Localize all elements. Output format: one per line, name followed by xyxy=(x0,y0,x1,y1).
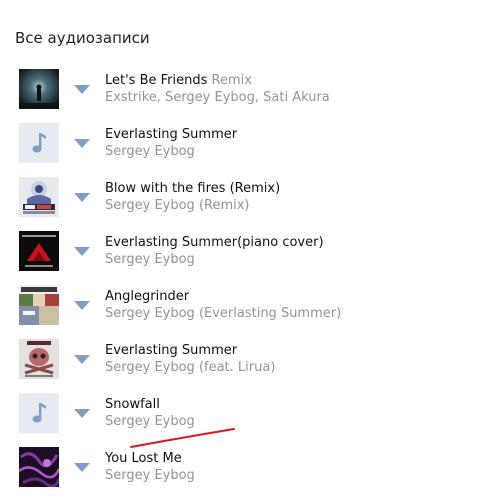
play-button[interactable] xyxy=(74,137,92,151)
album-cover[interactable] xyxy=(19,285,59,325)
track-row[interactable]: Blow with the fires (Remix) Sergey Eybog… xyxy=(0,176,480,230)
track-artist[interactable]: Sergey Eybog xyxy=(105,251,324,269)
track-subtitle: Remix xyxy=(211,73,252,88)
track-title[interactable]: Everlasting Summer xyxy=(105,343,237,358)
track-title[interactable]: Anglegrinder xyxy=(105,289,189,304)
track-row[interactable]: Everlasting Summer(piano cover) Sergey E… xyxy=(0,230,480,284)
track-title[interactable]: Snowfall xyxy=(105,397,160,412)
track-artist[interactable]: Sergey Eybog xyxy=(105,467,195,485)
play-button[interactable] xyxy=(74,83,92,97)
play-icon xyxy=(74,301,90,310)
track-artist[interactable]: Sergey Eybog xyxy=(105,143,237,161)
section-title: Все аудиозаписи xyxy=(15,29,150,47)
play-icon xyxy=(74,355,90,364)
play-icon xyxy=(74,193,90,202)
play-button[interactable] xyxy=(74,299,92,313)
play-icon xyxy=(74,247,90,256)
play-button[interactable] xyxy=(74,245,92,259)
track-row[interactable]: Let's Be Friends Remix Exstrike, Sergey … xyxy=(0,68,480,122)
track-title[interactable]: Everlasting Summer xyxy=(105,127,237,142)
track-row[interactable]: Anglegrinder Sergey Eybog (Everlasting S… xyxy=(0,284,480,338)
track-row[interactable]: Everlasting Summer Sergey Eybog (feat. L… xyxy=(0,338,480,392)
play-icon xyxy=(74,463,90,472)
track-row[interactable]: Snowfall Sergey Eybog xyxy=(0,392,480,446)
album-cover[interactable] xyxy=(19,177,59,217)
track-info: Everlasting Summer Sergey Eybog (feat. L… xyxy=(105,342,275,377)
track-info: Everlasting Summer Sergey Eybog xyxy=(105,126,237,161)
track-artist[interactable]: Sergey Eybog xyxy=(105,413,195,431)
music-note-icon xyxy=(32,133,46,153)
track-title[interactable]: Blow with the fires (Remix) xyxy=(105,181,280,196)
track-artist[interactable]: Sergey Eybog (Remix) xyxy=(105,197,280,215)
track-info: Anglegrinder Sergey Eybog (Everlasting S… xyxy=(105,288,341,323)
play-button[interactable] xyxy=(74,461,92,475)
track-info: Let's Be Friends Remix Exstrike, Sergey … xyxy=(105,72,330,107)
music-note-icon xyxy=(32,403,46,423)
play-icon xyxy=(74,409,90,418)
play-button[interactable] xyxy=(74,353,92,367)
track-title[interactable]: You Lost Me xyxy=(105,451,182,466)
track-info: Everlasting Summer(piano cover) Sergey E… xyxy=(105,234,324,269)
track-info: Blow with the fires (Remix) Sergey Eybog… xyxy=(105,180,280,215)
album-cover-placeholder[interactable] xyxy=(19,393,59,433)
track-info: Snowfall Sergey Eybog xyxy=(105,396,195,431)
play-icon xyxy=(74,85,90,94)
track-artist[interactable]: Exstrike, Sergey Eybog, Sati Akura xyxy=(105,89,330,107)
play-button[interactable] xyxy=(74,191,92,205)
track-artist[interactable]: Sergey Eybog (feat. Lirua) xyxy=(105,359,275,377)
track-info: You Lost Me Sergey Eybog xyxy=(105,450,195,485)
album-cover[interactable] xyxy=(19,231,59,271)
track-artist[interactable]: Sergey Eybog (Everlasting Summer) xyxy=(105,305,341,323)
album-cover-placeholder[interactable] xyxy=(19,123,59,163)
track-row[interactable]: You Lost Me Sergey Eybog xyxy=(0,446,480,500)
track-title[interactable]: Everlasting Summer(piano cover) xyxy=(105,235,324,250)
album-cover[interactable] xyxy=(19,69,59,109)
track-list: Let's Be Friends Remix Exstrike, Sergey … xyxy=(0,68,480,500)
track-title[interactable]: Let's Be Friends xyxy=(105,73,207,88)
track-row[interactable]: Everlasting Summer Sergey Eybog xyxy=(0,122,480,176)
album-cover[interactable] xyxy=(19,447,59,487)
album-cover[interactable] xyxy=(19,339,59,379)
play-icon xyxy=(74,139,90,148)
play-button[interactable] xyxy=(74,407,92,421)
